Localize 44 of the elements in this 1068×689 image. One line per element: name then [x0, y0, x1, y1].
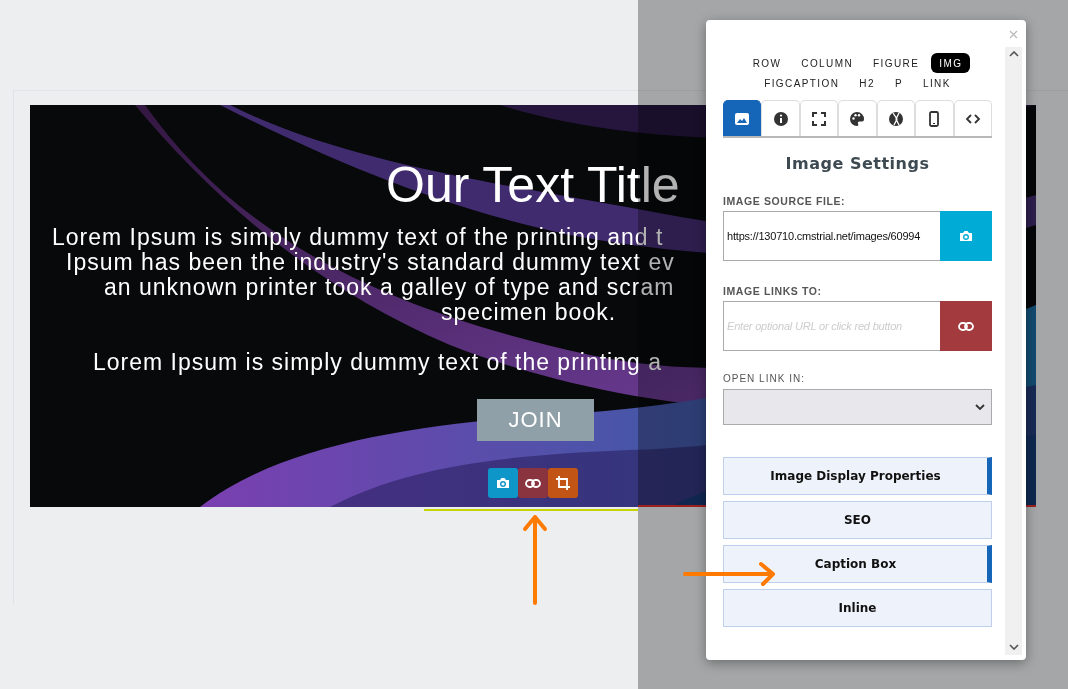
scrollbar[interactable]: [1005, 47, 1022, 655]
section-button[interactable]: Caption Box: [723, 545, 992, 583]
element-tab[interactable]: H2: [851, 73, 883, 93]
image-icon: [734, 110, 751, 127]
close-icon: [1009, 30, 1018, 39]
link-button[interactable]: [940, 301, 992, 351]
camera-button[interactable]: [940, 211, 992, 261]
hero-text: Lorem Ipsum is simply dummy text of the printing and t: [52, 225, 664, 250]
aperture-icon: [887, 110, 904, 127]
field-label: IMAGE LINKS TO:: [723, 285, 823, 297]
link-icon: [958, 321, 974, 331]
element-tab[interactable]: P: [886, 73, 911, 93]
expand-icon: [811, 110, 828, 127]
link-button[interactable]: [518, 468, 548, 498]
hero-title: Our Text Title: [386, 157, 680, 213]
camera-button[interactable]: [488, 468, 518, 498]
section-button[interactable]: Inline: [723, 589, 992, 627]
palette-icon: [849, 110, 866, 127]
panel-heading: Image Settings: [784, 154, 931, 173]
crop-button[interactable]: [548, 468, 578, 498]
caret-icon: [975, 404, 985, 410]
section-button[interactable]: Image Display Properties: [723, 457, 992, 495]
chevron-down-icon[interactable]: [1008, 644, 1019, 650]
element-tab[interactable]: LINK: [914, 73, 959, 93]
hero-text: specimen book.: [441, 300, 617, 325]
hero-text: Lorem Ipsum is simply dummy text of the printing a: [93, 350, 662, 375]
link-icon: [525, 478, 541, 488]
chevron-up-icon[interactable]: [1008, 51, 1019, 57]
field-label: IMAGE SOURCE FILE:: [723, 195, 847, 207]
element-tab[interactable]: IMG: [931, 53, 971, 73]
settings-tab[interactable]: [723, 100, 762, 136]
camera-icon: [496, 477, 510, 489]
hero-text: an unknown printer took a galley of type and scram: [104, 275, 675, 300]
element-tab[interactable]: FIGCAPTION: [756, 73, 848, 93]
image-source-field[interactable]: https://130710.cmstrial.net/images/60994: [723, 211, 940, 261]
field-label: OPEN LINK IN:: [723, 373, 806, 384]
element-tab[interactable]: FIGURE: [865, 53, 928, 73]
crop-icon: [556, 476, 570, 490]
element-tab[interactable]: COLUMN: [793, 53, 862, 73]
hero-text: Ipsum has been the industry's standard dummy text ev: [66, 250, 675, 275]
element-tab[interactable]: ROW: [744, 53, 790, 73]
section-button[interactable]: SEO: [723, 501, 992, 539]
camera-icon: [959, 230, 973, 242]
info-icon: [772, 110, 789, 127]
